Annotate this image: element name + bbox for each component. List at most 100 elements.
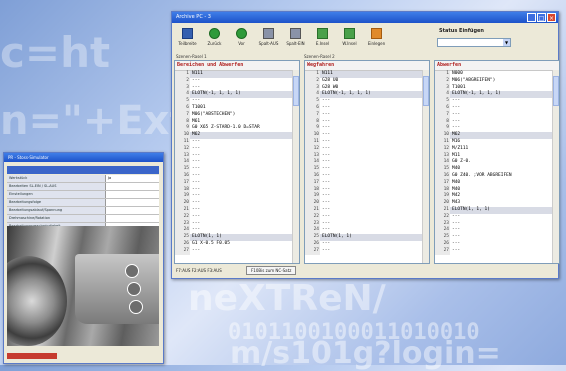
code-panel-3[interactable]: Abwerfen 1 N000 2 M06("ABGREIFEN") 3 T1001 4 ELO…: [434, 60, 560, 264]
table-cell-value[interactable]: [105, 215, 159, 222]
code-line[interactable]: 21 ---: [305, 206, 429, 214]
code-line[interactable]: 26 G1 X-0.5 F0.05: [175, 240, 299, 248]
code-line[interactable]: 7 ---: [435, 111, 559, 119]
code-line[interactable]: 16 ---: [175, 172, 299, 180]
code-line[interactable]: 20 ---: [305, 200, 429, 207]
table-row[interactable]: Einstellungen: [7, 191, 159, 199]
status-bar-button[interactable]: F10Bis zum NC-Satz: [246, 266, 297, 275]
toolbar-button-3[interactable]: Spalt-AUS: [255, 25, 282, 53]
scrollbar-thumb[interactable]: [423, 76, 429, 106]
code-line[interactable]: 10 M62: [435, 132, 559, 139]
toolbar-button-0[interactable]: Teilbreite: [174, 25, 201, 53]
line-text: ---: [192, 84, 201, 90]
code-line[interactable]: 16 G0 Z40. ;VOR ABGREIFEN: [435, 172, 559, 180]
table-cell-value[interactable]: Ja: [105, 175, 159, 182]
code-line[interactable]: 7 ---: [305, 111, 429, 119]
code-line[interactable]: 12 M/Z111: [435, 145, 559, 153]
line-text: ELOTN(-1, 1, 1, 1): [322, 91, 371, 97]
line-text: ---: [322, 166, 331, 172]
code-line[interactable]: 21 ELOTN(1, 1, 1): [435, 206, 559, 214]
scrollbar-thumb[interactable]: [293, 76, 299, 106]
code-line[interactable]: 20 ---: [175, 200, 299, 207]
minimize-button[interactable]: _: [527, 13, 536, 22]
code-line[interactable]: 10 ---: [305, 132, 429, 139]
vertical-scrollbar[interactable]: [422, 70, 429, 263]
code-line[interactable]: 27 ---: [435, 247, 559, 255]
code-line[interactable]: 7 M06("ABSTECHEN"): [175, 111, 299, 119]
toolbar-button-1[interactable]: Zurück: [201, 25, 228, 53]
code-line[interactable]: 25 ELOTN(1, 1): [305, 234, 429, 241]
scrollbar-thumb[interactable]: [553, 76, 559, 106]
code-line[interactable]: 22 ---: [435, 213, 559, 221]
table-cell-value[interactable]: [105, 207, 159, 214]
code-line[interactable]: 10 M62: [175, 132, 299, 139]
code-line[interactable]: 17 ---: [175, 179, 299, 187]
table-row[interactable]: Werkstück Ja: [7, 175, 159, 183]
code-line[interactable]: 11 M16: [435, 138, 559, 146]
code-line[interactable]: 16 ---: [305, 172, 429, 180]
line-text: ---: [452, 220, 461, 226]
code-panel-2[interactable]: Wegfahren 1 N111 2 G28 U0 3 G28 W0 4 ELOTN(-1, 1…: [304, 60, 430, 264]
code-line[interactable]: 1 N111: [305, 71, 429, 78]
table-row[interactable]: Drehmaschine/Rotation: [7, 215, 159, 223]
chevron-down-icon[interactable]: ▼: [503, 39, 510, 46]
code-line[interactable]: 27 ---: [305, 247, 429, 255]
code-panel-1[interactable]: Bereichen und Abwerfen 1 N111 2 --- 3 --- 4 ELOT…: [174, 60, 300, 264]
line-number: 10: [305, 132, 320, 139]
table-row[interactable]: Bearbeitungsfolge: [7, 199, 159, 207]
code-line[interactable]: 15 M40: [435, 166, 559, 173]
line-number: 15: [435, 166, 450, 173]
code-line[interactable]: 20 M43: [435, 200, 559, 207]
code-line[interactable]: 25 ELOTN(1, 1): [175, 234, 299, 241]
code-line[interactable]: 11 ---: [175, 138, 299, 146]
line-text: ---: [322, 104, 331, 110]
toolbar-button-6[interactable]: W.Insel: [336, 25, 363, 53]
code-line[interactable]: 22 ---: [305, 213, 429, 221]
panel-header: Wegfahren: [305, 61, 429, 71]
code-line[interactable]: 12 ---: [175, 145, 299, 153]
code-line[interactable]: 1 N000: [435, 71, 559, 78]
code-line[interactable]: 17 M40: [435, 179, 559, 187]
code-line[interactable]: 5 ---: [175, 98, 299, 105]
table-cell-value[interactable]: [105, 199, 159, 206]
toolbar-button-5[interactable]: E.Insel: [309, 25, 336, 53]
table-cell-value[interactable]: [105, 191, 159, 198]
code-line[interactable]: 2 ---: [175, 77, 299, 85]
maximize-button[interactable]: □: [537, 13, 546, 22]
status-select[interactable]: ▼: [437, 38, 511, 47]
code-line[interactable]: 22 ---: [175, 213, 299, 221]
vertical-scrollbar[interactable]: [292, 70, 299, 263]
toolbar-button-7[interactable]: Einlegen: [363, 25, 390, 53]
code-line[interactable]: 12 ---: [305, 145, 429, 153]
code-line[interactable]: 11 ---: [305, 138, 429, 146]
vertical-scrollbar[interactable]: [552, 70, 559, 263]
code-line[interactable]: 26 ---: [305, 240, 429, 248]
code-line[interactable]: 2 M06("ABGREIFEN"): [435, 77, 559, 85]
table-row[interactable]: Bearbeitungsablauf/Spannung: [7, 207, 159, 215]
line-number: 5: [175, 98, 190, 105]
background-decoration: m/s101g?login=: [230, 336, 501, 371]
code-line[interactable]: 6 ---: [435, 104, 559, 112]
main-window-titlebar[interactable]: Archive PC - 3 _ □ ×: [172, 12, 558, 23]
table-cell-value[interactable]: [105, 183, 159, 190]
code-line[interactable]: 2 G28 U0: [305, 77, 429, 85]
code-line[interactable]: 1 N111: [175, 71, 299, 78]
code-line[interactable]: 21 ---: [175, 206, 299, 214]
line-number: 20: [305, 200, 320, 207]
code-line[interactable]: 15 ---: [175, 166, 299, 173]
simulator-titlebar[interactable]: PR - Stoss-Simulator: [4, 153, 163, 162]
toolbar-button-2[interactable]: Vor: [228, 25, 255, 53]
line-text: G28 W0: [322, 84, 339, 90]
code-line[interactable]: 5 ---: [305, 98, 429, 105]
code-line[interactable]: 6 T1001: [175, 104, 299, 112]
table-row[interactable]: Bearbeiten SL-EIN / SL-AUS: [7, 183, 159, 191]
code-line[interactable]: 5 ---: [435, 98, 559, 105]
code-line[interactable]: 25 ---: [435, 234, 559, 241]
code-line[interactable]: 27 ---: [175, 247, 299, 255]
toolbar-button-4[interactable]: Spalt-EIN: [282, 25, 309, 53]
close-button[interactable]: ×: [547, 13, 556, 22]
code-line[interactable]: 6 ---: [305, 104, 429, 112]
code-line[interactable]: 17 ---: [305, 179, 429, 187]
code-line[interactable]: 26 ---: [435, 240, 559, 248]
code-line[interactable]: 15 ---: [305, 166, 429, 173]
